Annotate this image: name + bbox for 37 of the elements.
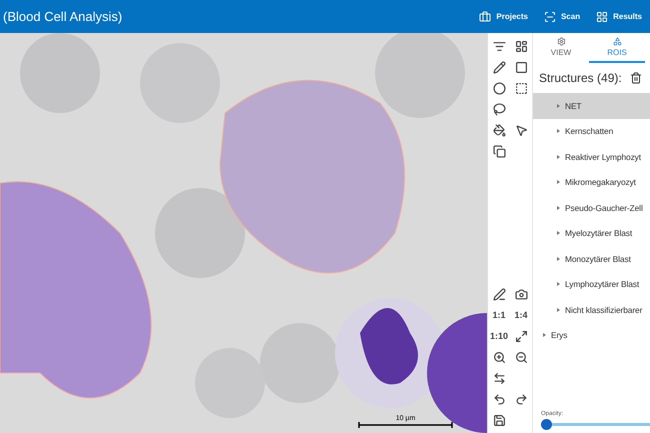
zoom-ratio-button[interactable]: 1:10 bbox=[488, 327, 510, 345]
tree-item[interactable]: Myelozytärer Blast bbox=[533, 220, 650, 246]
tree-item[interactable]: Lymphozytärer Blast bbox=[533, 272, 650, 297]
gear-icon bbox=[556, 37, 566, 46]
zoom-ratio-button[interactable]: 1:1 bbox=[490, 306, 508, 324]
slider-thumb[interactable] bbox=[541, 419, 552, 430]
tree-item[interactable]: NET bbox=[533, 93, 650, 118]
tree-item[interactable]: Nicht klassifizierbarer bbox=[533, 297, 650, 322]
expand-caret-icon[interactable] bbox=[557, 282, 560, 286]
delete-icon[interactable] bbox=[630, 72, 642, 84]
expand-caret-icon[interactable] bbox=[557, 154, 560, 159]
grid-icon bbox=[596, 10, 608, 22]
nav-button[interactable]: Results bbox=[588, 0, 650, 33]
tree-item[interactable]: Mikromegakaryozyt bbox=[533, 170, 650, 195]
tree-item[interactable]: Reaktiver Lymphozyt bbox=[533, 144, 650, 170]
expand-caret-icon[interactable] bbox=[557, 308, 560, 312]
nav-button[interactable]: Scan bbox=[536, 0, 588, 33]
shapes-icon bbox=[612, 37, 622, 46]
panel-tab[interactable]: VIEW bbox=[533, 33, 589, 63]
tree-item[interactable]: Kernschatten bbox=[533, 118, 650, 144]
structures-count: Structures (49): bbox=[539, 71, 622, 85]
tree-item[interactable]: Erys bbox=[533, 322, 650, 348]
briefcase-icon bbox=[479, 10, 492, 22]
expand-caret-icon[interactable] bbox=[557, 104, 560, 108]
expand-caret-icon[interactable] bbox=[557, 129, 560, 134]
tree-item[interactable]: Pseudo-Gaucher-Zell bbox=[533, 195, 650, 220]
expand-caret-icon[interactable] bbox=[557, 180, 560, 184]
nav-button[interactable]: Projects bbox=[471, 0, 536, 33]
expand-caret-icon[interactable] bbox=[557, 256, 560, 261]
panel-tab[interactable]: ROIS bbox=[589, 33, 645, 63]
expand-caret-icon[interactable] bbox=[543, 333, 546, 338]
expand-caret-icon[interactable] bbox=[557, 206, 560, 210]
zoom-ratio-button[interactable]: 1:4 bbox=[512, 306, 530, 324]
window-title: (Blood Cell Analysis) bbox=[3, 9, 124, 24]
scanner-icon bbox=[544, 10, 556, 22]
tree-item[interactable]: Monozytärer Blast bbox=[533, 246, 650, 272]
expand-caret-icon[interactable] bbox=[557, 231, 560, 236]
